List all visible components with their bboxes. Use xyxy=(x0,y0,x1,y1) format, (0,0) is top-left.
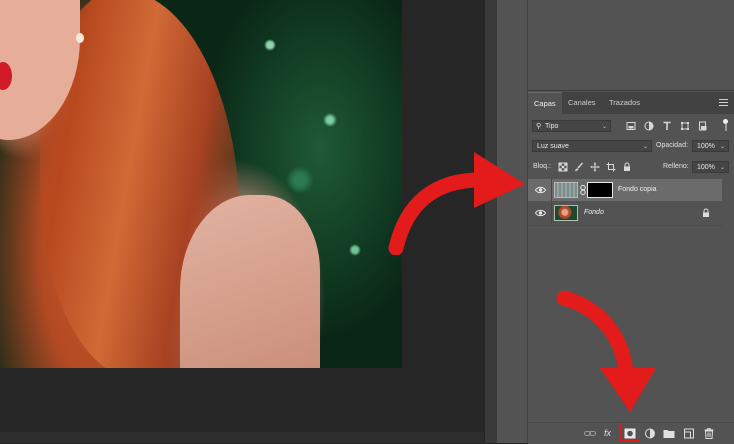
search-icon: ⚲ xyxy=(536,123,542,130)
photo-earring xyxy=(76,33,84,43)
chevron-down-icon: ⌄ xyxy=(642,144,648,150)
add-mask-button-highlight xyxy=(620,423,640,441)
filter-smart-object-icon[interactable] xyxy=(698,121,708,131)
filter-pixel-layers-icon[interactable] xyxy=(626,121,636,131)
chevron-down-icon: ⌄ xyxy=(719,144,725,150)
filter-shape-layers-icon[interactable] xyxy=(680,121,690,131)
tab-capas[interactable]: Capas xyxy=(528,92,562,115)
blend-mode-value: Luz suave xyxy=(537,143,569,150)
layer-row-separator xyxy=(551,179,552,201)
filter-type-layers-icon[interactable] xyxy=(662,121,672,131)
lock-position-move-icon[interactable] xyxy=(590,162,600,172)
opacity-input[interactable]: 100% ⌄ xyxy=(692,140,729,152)
blend-mode-select[interactable]: Luz suave ⌄ xyxy=(532,140,652,152)
layer-row[interactable]: Fondo xyxy=(528,202,722,224)
layer-filter-select[interactable]: ⚲ Tipo ⌄ xyxy=(532,120,611,132)
filter-adjustment-layers-icon[interactable] xyxy=(644,121,654,131)
tab-canales[interactable]: Canales xyxy=(562,92,602,114)
opacity-value: 100% xyxy=(697,143,715,150)
layer-name[interactable]: Fondo copia xyxy=(618,179,657,201)
lock-label: Bloq.: xyxy=(533,163,551,170)
canvas-photo[interactable] xyxy=(0,0,402,368)
fill-value: 100% xyxy=(697,164,715,171)
chevron-down-icon: ⌄ xyxy=(719,165,725,171)
new-group-folder-icon[interactable] xyxy=(663,428,675,439)
new-layer-icon[interactable] xyxy=(683,428,695,439)
fill-label: Relleno: xyxy=(663,163,689,170)
red-curved-arrow-to-add-mask-button xyxy=(556,290,656,412)
chain-link-icon[interactable] xyxy=(580,185,586,195)
tab-trazados[interactable]: Trazados xyxy=(603,92,646,114)
layer-style-fx-button[interactable]: fx xyxy=(604,428,616,439)
filter-toggle-switch[interactable] xyxy=(722,119,729,131)
layer-filter-value: Tipo xyxy=(545,123,559,130)
layer-row[interactable]: Fondo copia xyxy=(528,179,722,201)
red-curved-arrow-to-mask xyxy=(388,152,525,255)
panel-divider xyxy=(528,90,734,91)
new-adjustment-layer-icon[interactable] xyxy=(644,428,656,439)
layers-list-divider xyxy=(528,225,722,226)
layer-thumbnail[interactable] xyxy=(554,205,578,221)
layer-row-separator xyxy=(551,202,552,224)
photo-shoulder xyxy=(180,195,320,368)
layer-name[interactable]: Fondo xyxy=(584,202,604,224)
eye-visibility-icon[interactable] xyxy=(534,208,547,218)
lock-artboard-crop-icon[interactable] xyxy=(606,162,616,172)
link-layers-icon[interactable] xyxy=(584,428,596,439)
opacity-label: Opacidad: xyxy=(656,142,688,149)
panel-menu-icon[interactable] xyxy=(719,99,728,106)
layer-thumbnail[interactable] xyxy=(554,182,578,198)
fill-input[interactable]: 100% ⌄ xyxy=(692,161,729,173)
chevron-down-icon: ⌄ xyxy=(601,124,607,130)
delete-layer-trash-icon[interactable] xyxy=(703,428,715,439)
lock-icon xyxy=(702,208,710,218)
layer-mask-thumbnail[interactable] xyxy=(587,182,613,198)
lock-image-pixels-brush-icon[interactable] xyxy=(574,162,584,172)
lock-all-icon[interactable] xyxy=(622,162,632,172)
layers-panel-tabbar: Capas Canales Trazados xyxy=(528,92,734,115)
lock-transparent-pixels-icon[interactable] xyxy=(558,162,568,172)
workspace-status-bar xyxy=(0,432,484,443)
eye-visibility-icon[interactable] xyxy=(534,185,547,195)
